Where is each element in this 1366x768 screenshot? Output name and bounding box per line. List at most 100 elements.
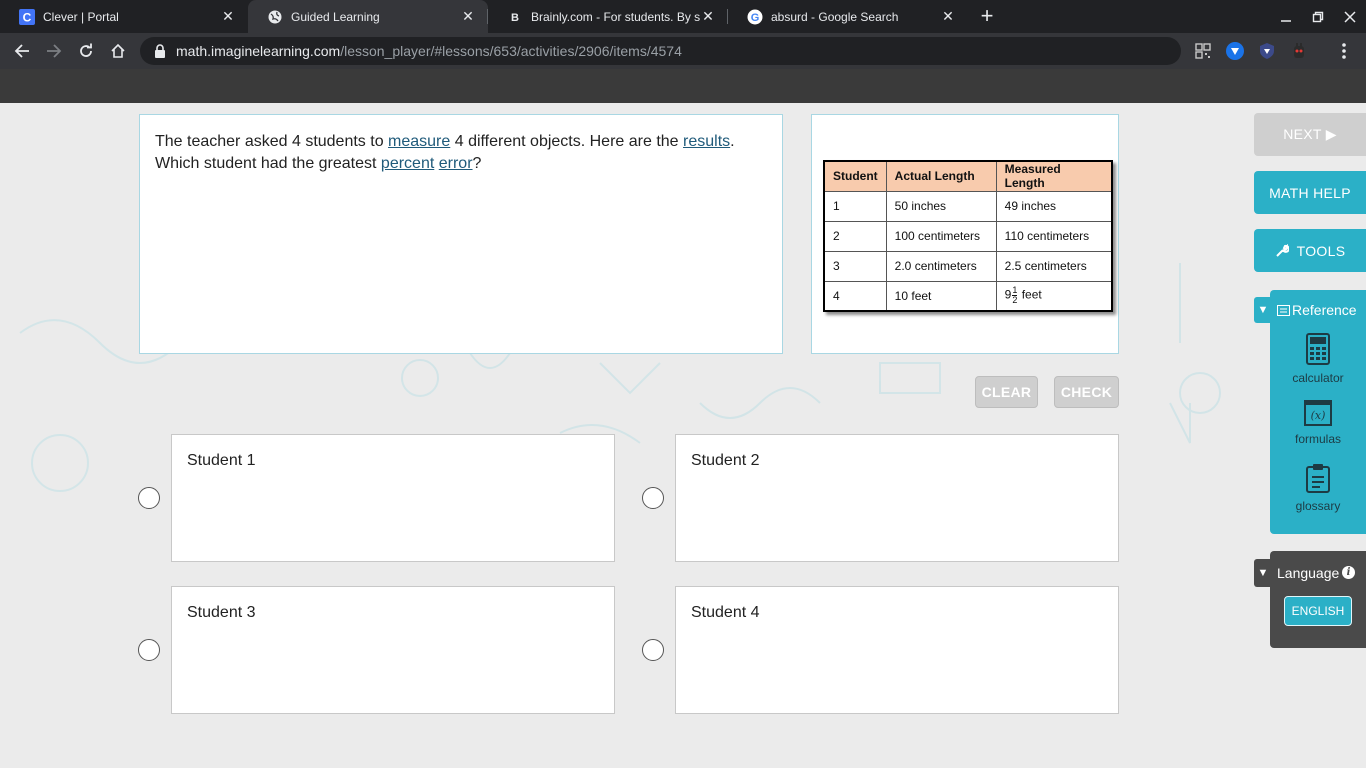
measurement-table: Student Actual Length Measured Length 1 …	[823, 160, 1114, 312]
language-title: Language	[1277, 565, 1340, 581]
tool-label: calculator	[1292, 371, 1344, 385]
svg-text:C: C	[23, 10, 32, 24]
tab-divider	[487, 9, 488, 24]
extension-icon[interactable]	[1289, 41, 1309, 61]
back-icon[interactable]	[10, 39, 34, 63]
reference-title: Reference	[1277, 302, 1357, 318]
home-icon[interactable]	[106, 39, 130, 63]
fraction: 12	[1012, 286, 1018, 305]
shield-extension-icon[interactable]	[1225, 41, 1245, 61]
reference-label: Reference	[1292, 302, 1357, 318]
unit-text: feet	[1018, 287, 1042, 302]
table-cell: 110 centimeters	[995, 220, 1113, 252]
choice-label: Student 3	[187, 604, 256, 621]
google-icon: G	[747, 9, 763, 25]
choice-label: Student 4	[691, 604, 760, 621]
radio-student-4[interactable]	[642, 639, 664, 661]
info-icon[interactable]: i	[1342, 566, 1355, 579]
table-row: 4 10 feet 912 feet	[823, 280, 1113, 312]
radio-student-1[interactable]	[138, 487, 160, 509]
close-tab-icon[interactable]: ✕	[700, 8, 716, 25]
table-cell-mixed-number: 912 feet	[995, 280, 1113, 312]
whole-part: 9	[1004, 287, 1012, 302]
glossary-link-error[interactable]: error	[439, 155, 473, 172]
url-path: /lesson_player/#lessons/653/activities/2…	[340, 43, 682, 59]
qr-code-icon[interactable]	[1193, 41, 1213, 61]
glossary-tool[interactable]: glossary	[1270, 463, 1366, 513]
formulas-icon: (x)	[1304, 400, 1332, 426]
language-panel: Language i ENGLISH	[1270, 551, 1366, 648]
close-tab-icon[interactable]: ✕	[940, 8, 956, 25]
table-cell: 10 feet	[885, 280, 997, 312]
tools-label: TOOLS	[1296, 242, 1346, 259]
shield-extension-icon[interactable]	[1257, 41, 1277, 61]
restore-icon[interactable]	[1308, 7, 1328, 27]
column-header: Measured Length	[995, 160, 1113, 192]
glossary-link-results[interactable]: results	[683, 133, 730, 150]
radio-student-2[interactable]	[642, 487, 664, 509]
svg-text:B: B	[511, 12, 519, 23]
question-text: 4 different objects. Here are the	[450, 133, 684, 150]
browser-toolbar: math.imaginelearning.com/lesson_player/#…	[0, 33, 1366, 69]
choice-student-2[interactable]: Student 2	[675, 434, 1119, 562]
lesson-page: The teacher asked 4 students to measure …	[0, 103, 1366, 768]
choice-label: Student 2	[691, 452, 760, 469]
table-cell: 4	[823, 280, 887, 312]
table-cell: 1	[823, 190, 887, 222]
column-header: Student	[823, 160, 887, 192]
table-cell: 2.5 centimeters	[995, 250, 1113, 282]
brainly-icon: B	[507, 9, 523, 25]
check-button[interactable]: CHECK	[1054, 376, 1119, 408]
math-help-button[interactable]: MATH HELP	[1254, 171, 1366, 214]
next-button[interactable]: NEXT ▶	[1254, 113, 1366, 156]
table-cell: 2.0 centimeters	[885, 250, 997, 282]
tools-button[interactable]: TOOLS	[1254, 229, 1366, 272]
close-tab-icon[interactable]: ✕	[460, 8, 476, 25]
question-text: ?	[472, 155, 482, 172]
minimize-icon[interactable]	[1276, 7, 1296, 27]
calculator-tool[interactable]: calculator	[1270, 333, 1366, 385]
tab-guided-learning[interactable]: Guided Learning ✕	[248, 0, 488, 33]
close-window-icon[interactable]	[1340, 7, 1360, 27]
clear-button[interactable]: CLEAR	[975, 376, 1038, 408]
tool-label: formulas	[1294, 432, 1341, 446]
radio-student-3[interactable]	[138, 639, 160, 661]
table-cell: 100 centimeters	[885, 220, 997, 252]
table-cell: 49 inches	[995, 190, 1113, 222]
english-language-button[interactable]: ENGLISH	[1284, 596, 1352, 626]
book-icon	[1277, 305, 1290, 316]
forward-icon[interactable]	[42, 39, 66, 63]
glossary-link-measure[interactable]: measure	[388, 133, 450, 150]
address-bar[interactable]: math.imaginelearning.com/lesson_player/#…	[140, 37, 1181, 65]
choice-student-3[interactable]: Student 3	[171, 586, 615, 714]
svg-text:G: G	[751, 12, 760, 24]
tab-brainly[interactable]: B Brainly.com - For students. By st ✕	[488, 0, 728, 33]
column-header: Actual Length	[885, 160, 997, 192]
tab-title: Brainly.com - For students. By st	[531, 9, 700, 24]
choice-student-1[interactable]: Student 1	[171, 434, 615, 562]
formulas-tool[interactable]: (x) formulas	[1270, 400, 1366, 446]
calculator-icon	[1306, 333, 1330, 365]
tab-title: Clever | Portal	[43, 9, 119, 24]
tab-title: absurd - Google Search	[771, 9, 899, 24]
svg-text:(x): (x)	[1311, 409, 1326, 422]
table-row: 3 2.0 centimeters 2.5 centimeters	[823, 250, 1113, 282]
reload-icon[interactable]	[74, 39, 98, 63]
close-tab-icon[interactable]: ✕	[220, 8, 236, 25]
tab-clever[interactable]: C Clever | Portal ✕	[0, 0, 248, 33]
table-row: 1 50 inches 49 inches	[823, 190, 1113, 222]
tab-divider	[727, 9, 728, 24]
choice-student-4[interactable]: Student 4	[675, 586, 1119, 714]
clever-icon: C	[19, 8, 35, 25]
new-tab-button[interactable]: +	[976, 5, 998, 28]
tab-google-search[interactable]: G absurd - Google Search ✕	[728, 0, 968, 33]
figure-card: Student Actual Length Measured Length 1 …	[811, 114, 1119, 354]
clipboard-icon	[1306, 464, 1330, 493]
more-menu-icon[interactable]	[1334, 41, 1354, 61]
table-cell: 50 inches	[885, 190, 997, 222]
table-row: 2 100 centimeters 110 centimeters	[823, 220, 1113, 252]
question-card: The teacher asked 4 students to measure …	[139, 114, 783, 354]
glossary-link-percent[interactable]: percent	[381, 155, 434, 172]
reference-panel: Reference calculator (x) formulas glossa…	[1270, 290, 1366, 534]
lock-icon	[155, 44, 165, 58]
